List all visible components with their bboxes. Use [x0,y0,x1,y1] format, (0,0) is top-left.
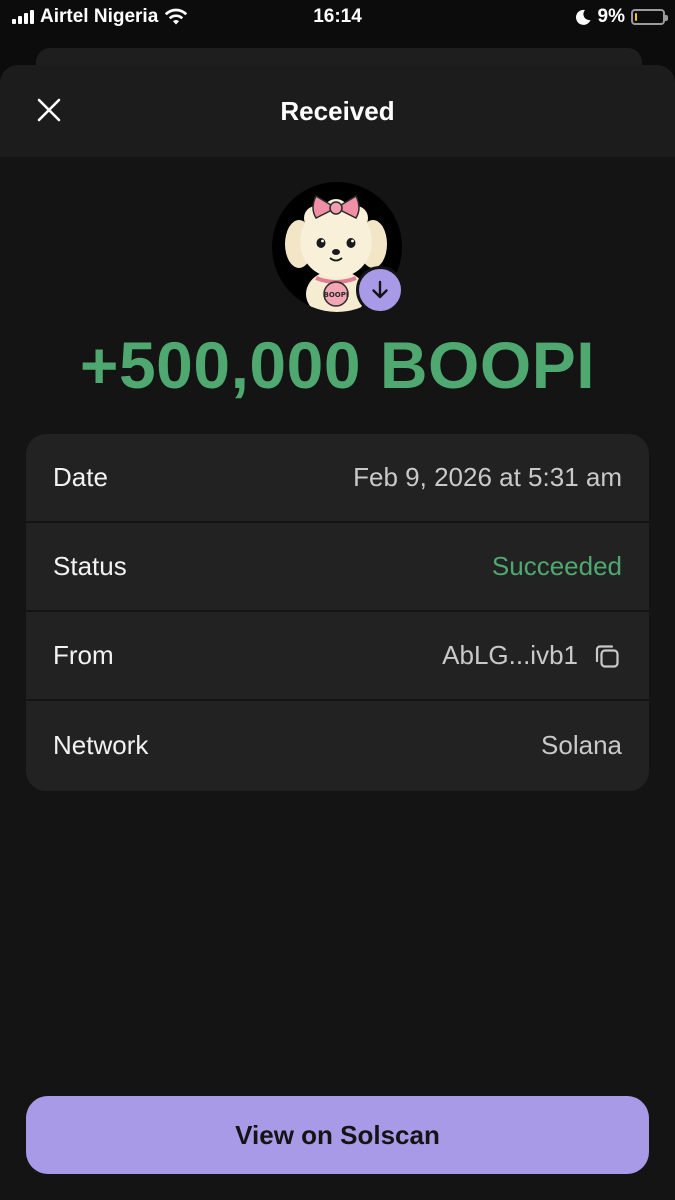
close-icon [37,98,61,122]
status-value: Succeeded [491,551,622,581]
svg-text:BOOPI: BOOPI [324,291,349,299]
transaction-sheet: Received BOOPI +500,000 BOOPI Date Feb 9… [0,65,675,1200]
token-avatar-group: BOOPI [272,182,404,314]
received-badge [356,266,404,314]
carrier-name: Airtel Nigeria [40,6,159,27]
sheet-header: Received [0,65,675,157]
view-on-solscan-button[interactable]: View on Solscan [26,1096,649,1174]
detail-row-date: Date Feb 9, 2026 at 5:31 am [26,434,649,523]
from-address: AbLG...ivb1 [442,640,578,670]
arrow-down-icon [372,280,388,299]
received-amount: +500,000 BOOPI [79,328,596,402]
close-button[interactable] [28,89,70,131]
date-label: Date [53,462,108,492]
battery-icon [631,9,668,25]
moon-icon [575,9,591,25]
signal-icon [12,10,34,24]
status-left: Airtel Nigeria [12,6,188,28]
detail-row-from: From AbLG...ivb1 [26,612,649,701]
network-label: Network [53,730,149,760]
from-label: From [53,640,114,670]
battery-percent: 9% [597,6,625,27]
date-value: Feb 9, 2026 at 5:31 am [353,462,622,492]
status-right: 9% [574,6,668,28]
screen: Airtel Nigeria 16:14 9% Received BOOPI +… [0,0,675,1200]
transaction-details: Date Feb 9, 2026 at 5:31 am Status Succe… [26,434,649,791]
from-value-group: AbLG...ivb1 [442,640,622,671]
network-value: Solana [541,730,622,760]
wifi-icon [165,8,188,25]
page-title: Received [280,95,395,126]
status-bar: Airtel Nigeria 16:14 9% [0,0,675,34]
status-label: Status [53,551,127,581]
detail-row-network: Network Solana [26,701,649,790]
detail-row-status: Status Succeeded [26,523,649,612]
copy-icon[interactable] [592,641,622,671]
